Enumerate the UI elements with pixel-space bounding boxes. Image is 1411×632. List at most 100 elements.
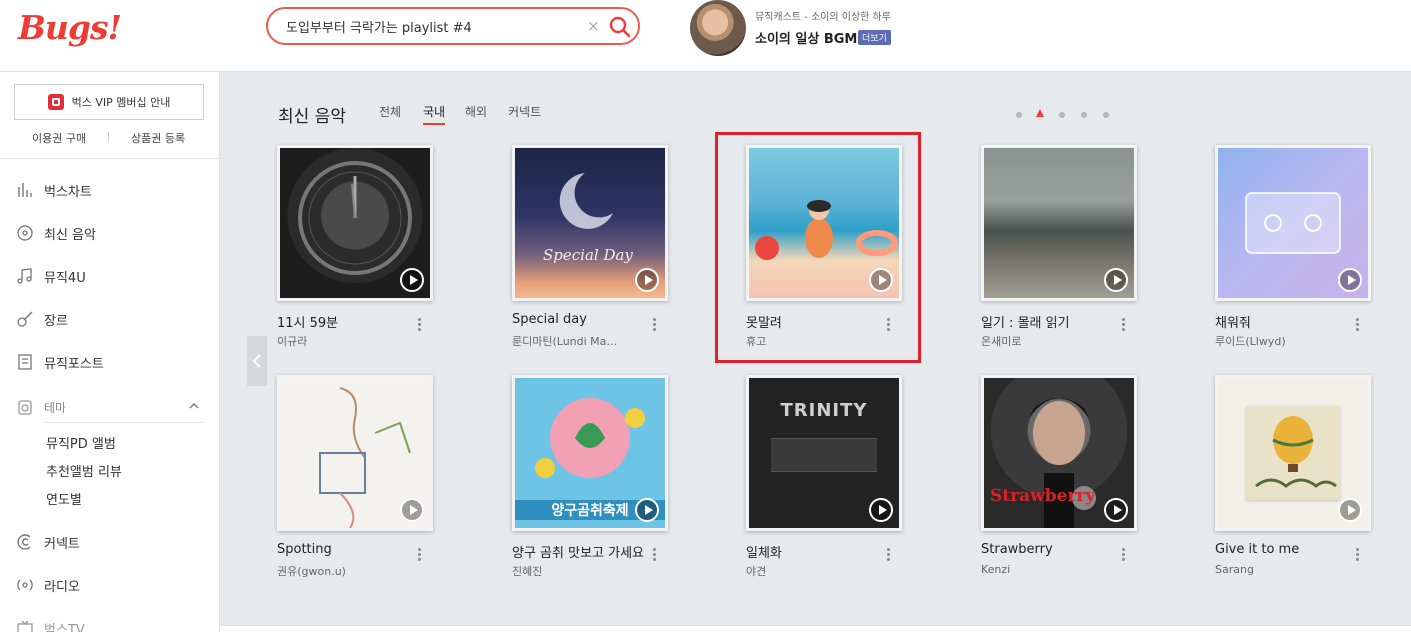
album-artist[interactable]: 온새미로	[981, 333, 1101, 349]
album-title[interactable]: 양구 곰취 맛보고 가세요	[512, 542, 647, 561]
sidebar-item-genre[interactable]: 장르	[16, 308, 68, 330]
play-icon[interactable]	[1104, 498, 1128, 522]
album-card[interactable]: 못말려 휴고	[746, 145, 906, 365]
sidebar-item-radio[interactable]: 라디오	[16, 574, 80, 596]
more-vertical-icon[interactable]	[1353, 316, 1361, 336]
album-title[interactable]: 일체화	[746, 542, 881, 561]
more-vertical-icon[interactable]	[650, 546, 658, 566]
play-icon[interactable]	[1104, 268, 1128, 292]
main-content: 최신 음악 전체 국내 해외 커넥트 11시 59분 이규라 Special D…	[220, 72, 1411, 632]
album-artist[interactable]: 권유(gwon.u)	[277, 563, 397, 579]
album-artist[interactable]: 이규라	[277, 333, 397, 349]
more-vertical-icon[interactable]	[650, 316, 658, 336]
album-artist[interactable]: 야견	[746, 563, 866, 579]
play-icon[interactable]	[869, 268, 893, 292]
album-cover[interactable]: 양구곰취축제	[512, 375, 668, 531]
theme-section[interactable]: 테마	[16, 398, 66, 416]
sidebar-item-chart[interactable]: 벅스차트	[16, 179, 92, 201]
album-cover[interactable]	[981, 145, 1137, 301]
play-icon[interactable]	[635, 268, 659, 292]
sidebar-item-bugstv[interactable]: 벅스TV	[16, 617, 85, 632]
clear-icon[interactable]: ×	[587, 17, 600, 35]
album-cover[interactable]: TRINITY	[746, 375, 902, 531]
album-title[interactable]: 채워줘	[1215, 312, 1350, 331]
album-artist[interactable]: Kenzi	[981, 563, 1101, 576]
more-vertical-icon[interactable]	[884, 546, 892, 566]
album-cover[interactable]	[746, 145, 902, 301]
more-vertical-icon[interactable]	[415, 316, 423, 336]
sidebar-item-new-music[interactable]: 최신 음악	[16, 222, 96, 244]
album-card[interactable]: 채워줘 루이드(Llwyd)	[1215, 145, 1375, 365]
search-icon[interactable]	[608, 15, 632, 39]
album-card[interactable]: 11시 59분 이규라	[277, 145, 437, 365]
tab-connect[interactable]: 커넥트	[508, 103, 541, 120]
album-artist[interactable]: Sarang	[1215, 563, 1335, 576]
sidebar-item-recommend[interactable]: 추천앨범 리뷰	[46, 461, 122, 480]
tab-overseas[interactable]: 해외	[465, 103, 487, 120]
top-header: Bugs! × 뮤직캐스트 - 소이의 이상한 하루 소이의 일상 BGM 더보…	[0, 0, 1411, 72]
sidebar-item-musicpd[interactable]: 뮤직PD 앨범	[46, 433, 116, 452]
pager-dot[interactable]	[1103, 112, 1109, 118]
album-artist[interactable]: 진혜진	[512, 563, 632, 579]
album-title[interactable]: 11시 59분	[277, 312, 412, 331]
play-icon[interactable]	[400, 268, 424, 292]
vip-membership-button[interactable]: 벅스 VIP 멤버십 안내	[14, 84, 204, 120]
album-title[interactable]: Give it to me	[1215, 542, 1350, 557]
play-icon[interactable]	[400, 498, 424, 522]
album-title[interactable]: 못말려	[746, 312, 881, 331]
album-card[interactable]: Special Day Special day 룬디마틴(Lundi Ma…	[512, 145, 672, 365]
sidebar-item-yearly[interactable]: 연도별	[46, 489, 82, 508]
bugs-logo[interactable]: Bugs!	[18, 8, 122, 47]
album-title[interactable]: 일기 : 몰래 읽기	[981, 312, 1116, 331]
sidebar-item-music4u[interactable]: 뮤직4U	[16, 265, 86, 287]
pager-dot[interactable]	[1016, 112, 1022, 118]
album-title[interactable]: Strawberry	[981, 542, 1116, 557]
album-card[interactable]: 양구곰취축제 양구 곰취 맛보고 가세요 진혜진	[512, 375, 672, 595]
promo-title[interactable]: 소이의 일상 BGM	[755, 28, 857, 47]
sidebar-item-connect[interactable]: 커넥트	[16, 531, 80, 553]
pager-dot[interactable]	[1059, 112, 1065, 118]
album-artist[interactable]: 룬디마틴(Lundi Ma…	[512, 333, 632, 349]
tab-domestic[interactable]: 국내	[423, 103, 446, 125]
section-title: 최신 음악	[278, 107, 346, 127]
album-card[interactable]: TRINITY 일체화 야견	[746, 375, 906, 595]
more-vertical-icon[interactable]	[1119, 546, 1127, 566]
search-input[interactable]	[286, 16, 586, 36]
prev-arrow-button[interactable]	[247, 336, 267, 386]
buy-pass-link[interactable]: 이용권 구매	[32, 130, 86, 146]
chevron-up-icon[interactable]	[188, 400, 200, 412]
sidebar-item-label: 뮤직포스트	[44, 356, 104, 372]
album-artist[interactable]: 휴고	[746, 333, 866, 349]
vip-icon	[47, 94, 64, 110]
play-icon[interactable]	[869, 498, 893, 522]
album-cover[interactable]	[1215, 145, 1371, 301]
more-vertical-icon[interactable]	[1353, 546, 1361, 566]
promo-caption[interactable]: 뮤직캐스트 - 소이의 이상한 하루	[755, 8, 891, 23]
more-vertical-icon[interactable]	[884, 316, 892, 336]
more-vertical-icon[interactable]	[415, 546, 423, 566]
play-icon[interactable]	[635, 498, 659, 522]
album-card[interactable]: Spotting 권유(gwon.u)	[277, 375, 437, 595]
album-card[interactable]: 일기 : 몰래 읽기 온새미로	[981, 145, 1141, 365]
album-artist[interactable]: 루이드(Llwyd)	[1215, 333, 1335, 349]
album-title[interactable]: Special day	[512, 312, 647, 327]
album-cover[interactable]	[1215, 375, 1371, 531]
sidebar-item-musicpost[interactable]: 뮤직포스트	[16, 351, 104, 373]
tab-all[interactable]: 전체	[379, 103, 401, 120]
promo-avatar[interactable]	[690, 0, 746, 56]
sub-links: 이용권 구매 상품권 등록	[0, 130, 220, 150]
promo-more-button[interactable]: 더보기	[858, 30, 891, 45]
more-vertical-icon[interactable]	[1119, 316, 1127, 336]
album-title[interactable]: Spotting	[277, 542, 412, 557]
album-card[interactable]: Give it to me Sarang	[1215, 375, 1375, 595]
album-cover[interactable]	[277, 375, 433, 531]
album-cover[interactable]: Special Day	[512, 145, 668, 301]
play-icon[interactable]	[1338, 268, 1362, 292]
pager-dot-active[interactable]	[1036, 109, 1044, 117]
album-cover[interactable]	[277, 145, 433, 301]
album-card[interactable]: Strawberry Strawberry Kenzi	[981, 375, 1141, 595]
play-icon[interactable]	[1338, 498, 1362, 522]
register-voucher-link[interactable]: 상품권 등록	[131, 130, 185, 146]
album-cover[interactable]: Strawberry	[981, 375, 1137, 531]
pager-dot[interactable]	[1081, 112, 1087, 118]
